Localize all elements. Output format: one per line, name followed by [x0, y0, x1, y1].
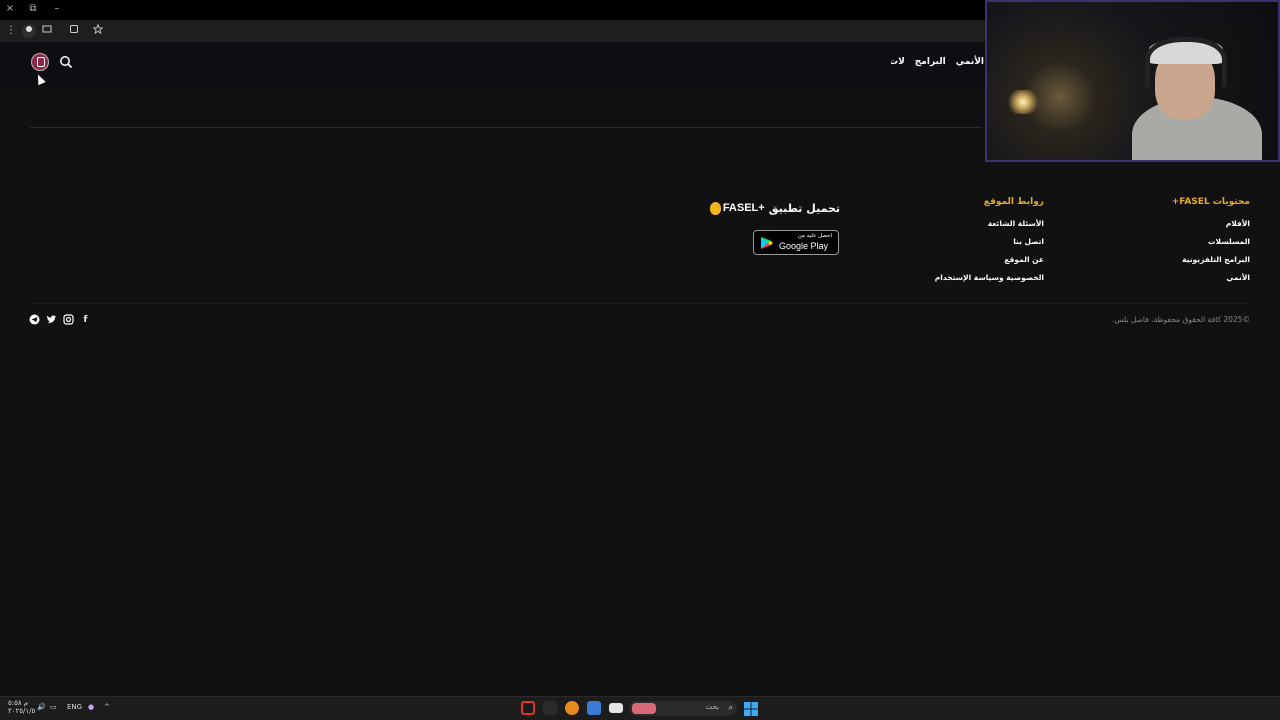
copyright-text: ©2025 كافة الحقوق محفوظة. فاصل بلس. — [1111, 315, 1250, 324]
windows-taskbar: م ٥:٥٨ ٢٠٢٥/١/٥ 🔊 ▭ ENG ● ^ بحث ⌕ — [0, 696, 1280, 720]
footer-link-series[interactable]: المسلسلات — [1130, 237, 1250, 255]
search-icon[interactable] — [59, 54, 75, 70]
profile-icon[interactable] — [22, 24, 36, 38]
footer-column-content: محتويات FASEL+ الأفلام المسلسلات البرامج… — [1130, 197, 1250, 291]
footer-link-about[interactable]: عن الموقع — [914, 255, 1044, 273]
app-icon-chrome[interactable] — [521, 701, 535, 715]
nav-item-series[interactable]: لات — [891, 57, 905, 67]
telegram-icon[interactable] — [29, 314, 40, 325]
app-icon-taskview[interactable] — [609, 703, 623, 713]
app-download-title: تحميل تطبيق — [768, 201, 840, 215]
browser-menu-icon[interactable]: ⋮ — [4, 24, 18, 38]
google-play-icon — [761, 237, 773, 249]
minimize-window-button[interactable]: – — [51, 3, 63, 14]
footer-link-tv-programs[interactable]: البرامج التلفزيونية — [1130, 255, 1250, 273]
language-indicator[interactable]: ENG — [67, 703, 82, 711]
footer-link-anime[interactable]: الأنمي — [1130, 273, 1250, 291]
social-links: f — [29, 314, 91, 325]
app-icon-firefox[interactable] — [565, 701, 579, 715]
footer-link-movies[interactable]: الأفلام — [1130, 219, 1250, 237]
content-divider — [30, 127, 982, 128]
search-icon: ⌕ — [728, 703, 733, 712]
google-play-small-label: احصل عليه من — [797, 233, 832, 239]
app-icon-browser[interactable] — [587, 701, 601, 715]
tab-search-icon[interactable] — [40, 24, 54, 38]
footer-link-privacy[interactable]: الخصوصية وسياسة الإستخدام — [914, 273, 1044, 291]
app-download-heading: تحميل تطبيق FASEL+ — [709, 198, 840, 218]
network-icon[interactable]: ▭ — [50, 703, 57, 711]
clock-date: ٢٠٢٥/١/٥ — [8, 707, 36, 715]
nav-item-programs[interactable]: البرامج — [915, 57, 946, 67]
fasel-logo: FASEL+ — [709, 201, 765, 215]
restore-window-button[interactable]: ⧉ — [27, 3, 39, 14]
windows-start-icon[interactable] — [744, 701, 758, 716]
webcam-overlay — [985, 0, 1280, 162]
close-window-button[interactable]: × — [4, 3, 16, 14]
search-highlight-icon — [632, 703, 656, 714]
extension-icon[interactable] — [67, 24, 81, 38]
clock-time: م ٥:٥٨ — [8, 699, 29, 707]
microphone-icon[interactable]: ● — [88, 703, 94, 711]
instagram-icon[interactable] — [63, 314, 74, 325]
tray-chevron-icon[interactable]: ^ — [104, 703, 110, 711]
footer-link-contact[interactable]: اتصل بنا — [914, 237, 1044, 255]
bulb-icon — [709, 201, 721, 215]
clock[interactable]: م ٥:٥٨ ٢٠٢٥/١/٥ — [8, 699, 35, 715]
taskbar-search[interactable]: بحث ⌕ — [629, 701, 737, 716]
footer-column-title: روابط الموقع — [983, 197, 1044, 207]
twitter-icon[interactable] — [46, 314, 57, 325]
footer-column-site-links: روابط الموقع الأسئلة الشائعة اتصل بنا عن… — [914, 197, 1044, 291]
google-play-label: Google Play — [779, 241, 829, 251]
taskbar-search-placeholder: بحث — [705, 703, 719, 711]
footer-link-faq[interactable]: الأسئلة الشائعة — [914, 219, 1044, 237]
footer-separator — [30, 303, 1250, 304]
facebook-icon[interactable]: f — [80, 314, 91, 325]
volume-icon[interactable]: 🔊 — [37, 703, 46, 711]
user-avatar[interactable] — [31, 53, 49, 71]
footer-column-title: محتويات FASEL+ — [1171, 197, 1250, 207]
app-icon-capcut[interactable] — [543, 701, 557, 715]
main-nav: الأنمي البرامج لات — [891, 57, 984, 67]
google-play-button[interactable]: احصل عليه من Google Play — [753, 230, 839, 255]
bookmark-star-icon[interactable] — [91, 23, 105, 38]
mouse-cursor-icon — [34, 72, 46, 86]
nav-item-anime[interactable]: الأنمي — [956, 57, 984, 67]
